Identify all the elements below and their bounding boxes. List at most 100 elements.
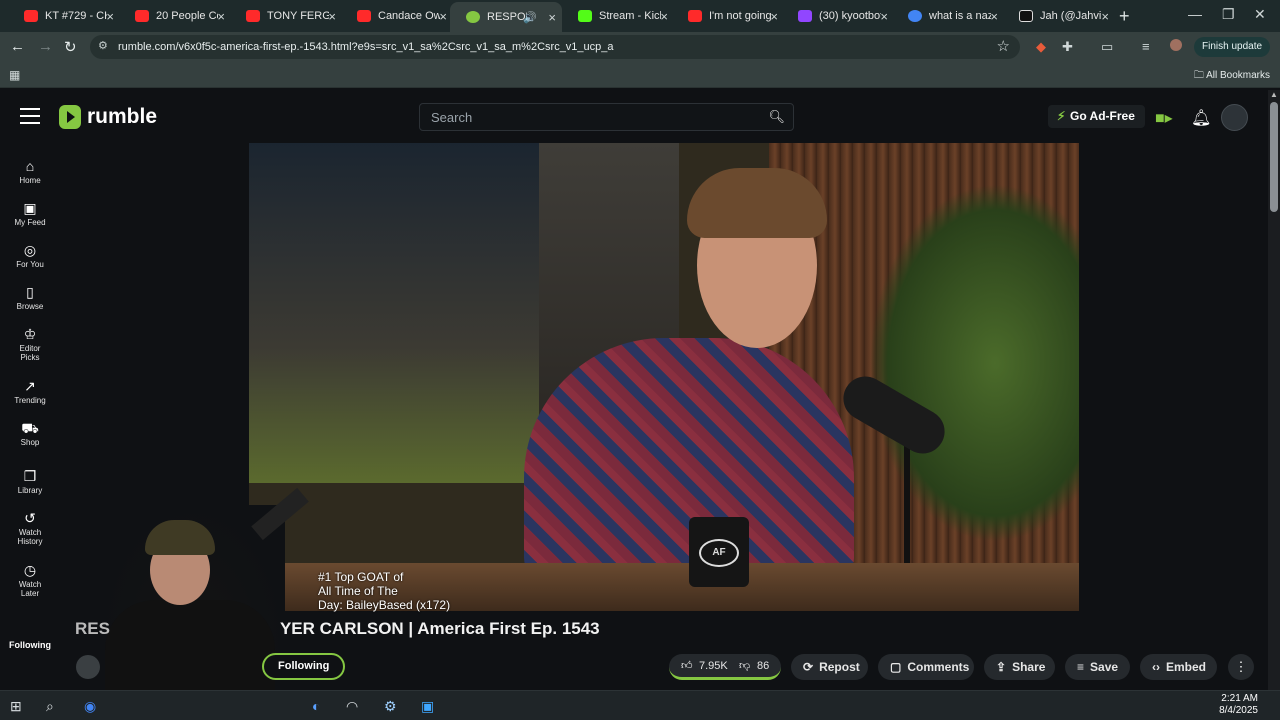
start-menu-icon[interactable]: ⊞ bbox=[10, 698, 22, 715]
search-taskbar-icon[interactable]: ⌕ bbox=[46, 698, 54, 715]
save-button[interactable]: ≡ Save bbox=[1065, 654, 1130, 680]
profile-avatar-icon[interactable] bbox=[1170, 39, 1182, 51]
folder-icon: 🗀 bbox=[1193, 70, 1204, 81]
video-player[interactable]: AF bbox=[249, 143, 1079, 611]
sidebar-item-home[interactable]: ⌂ Home bbox=[0, 158, 60, 185]
webcam-person-cap bbox=[145, 520, 215, 555]
comment-icon: ▢ bbox=[890, 660, 902, 674]
apps-grid-icon[interactable]: ▦ bbox=[9, 68, 20, 82]
feed-icon: ▣ bbox=[23, 200, 37, 216]
page-scrollbar[interactable]: ▲ bbox=[1268, 90, 1280, 690]
minimize-icon[interactable]: — bbox=[1188, 6, 1202, 22]
repost-button[interactable]: ⟳ Repost bbox=[791, 654, 868, 680]
browser-tab-3[interactable]: TONY FERGU × bbox=[230, 4, 342, 28]
browse-icon: ▯ bbox=[26, 284, 34, 300]
browser-tab-9[interactable]: what is a nazi × bbox=[892, 4, 1004, 28]
extension-icon[interactable]: ◆ bbox=[1036, 39, 1046, 55]
hamburger-menu-icon[interactable] bbox=[20, 108, 40, 129]
app2-taskbar-icon[interactable]: ▣ bbox=[421, 698, 434, 715]
search-icon[interactable]: 🔍︎ bbox=[768, 109, 785, 125]
sidebar-item-editor-picks[interactable]: ♔ Editor Picks bbox=[0, 326, 60, 362]
steam-taskbar-icon[interactable]: ⚙ bbox=[384, 698, 397, 715]
more-options-icon[interactable]: ⋮ bbox=[1228, 654, 1254, 680]
scrollbar-thumb[interactable] bbox=[1270, 102, 1278, 212]
reload-icon[interactable]: ↻ bbox=[64, 38, 77, 56]
new-tab-icon[interactable]: + bbox=[1119, 6, 1130, 27]
library-icon: ❐ bbox=[23, 468, 37, 484]
upload-video-icon[interactable]: ■▸ bbox=[1155, 108, 1173, 128]
stream-overlay-text: #1 Top GOAT of All Time of The Day: Bail… bbox=[318, 570, 451, 612]
youtube-icon bbox=[24, 10, 38, 22]
close-tab-icon[interactable]: × bbox=[770, 9, 778, 24]
sidebar-item-watch-history[interactable]: ↺ Watch History bbox=[0, 510, 60, 546]
browser-tab-4[interactable]: Candace Owe × bbox=[341, 4, 453, 28]
system-clock[interactable]: 2:21 AM 8/4/2025 bbox=[1219, 693, 1258, 717]
sidebar-item-shop[interactable]: ⛟ Shop bbox=[0, 420, 60, 447]
notifications-bell-icon[interactable]: 🔔︎ bbox=[1191, 108, 1211, 128]
comments-button[interactable]: ▢ Comments bbox=[878, 654, 974, 680]
thumbs-up-icon[interactable]: 👍︎ bbox=[681, 659, 693, 672]
finish-update-button[interactable]: Finish update bbox=[1194, 37, 1271, 57]
back-icon[interactable]: ← bbox=[10, 38, 25, 55]
all-bookmarks-link[interactable]: 🗀 All Bookmarks bbox=[1194, 68, 1270, 85]
chrome-taskbar-icon[interactable]: ◉ bbox=[84, 698, 96, 715]
extensions-puzzle-icon[interactable]: ✚ bbox=[1062, 39, 1073, 55]
browser-tab-7[interactable]: I'm not going × bbox=[672, 4, 784, 28]
share-button[interactable]: ⇪ Share bbox=[984, 654, 1055, 680]
twitch-icon bbox=[798, 10, 812, 22]
browser-tab-10[interactable]: Jah (@Jahvilli × bbox=[1003, 4, 1115, 28]
browser-tab-2[interactable]: 20 People Co × bbox=[119, 4, 231, 28]
browser-tab-6[interactable]: Stream - Kick × bbox=[562, 4, 674, 28]
code-icon: ‹› bbox=[1152, 660, 1160, 674]
close-tab-icon[interactable]: × bbox=[548, 10, 556, 25]
following-button[interactable]: Following bbox=[262, 653, 346, 680]
go-ad-free-button[interactable]: ⚡︎ Go Ad-Free bbox=[1048, 105, 1145, 128]
close-tab-icon[interactable]: × bbox=[217, 9, 225, 24]
close-tab-icon[interactable]: × bbox=[990, 9, 998, 24]
close-tab-icon[interactable]: × bbox=[880, 9, 888, 24]
sidebar-item-browse[interactable]: ▯ Browse bbox=[0, 284, 60, 311]
browser-tab-5-active[interactable]: RESPOND 🔊 × bbox=[450, 2, 562, 32]
sidebar-item-watch-later[interactable]: ◷ Watch Later bbox=[0, 562, 60, 598]
thumbs-down-icon[interactable]: 👎︎ bbox=[739, 659, 750, 672]
close-tab-icon[interactable]: × bbox=[106, 9, 114, 24]
streamer-webcam-overlay bbox=[100, 487, 309, 695]
media-controls-icon[interactable]: ≡ bbox=[1142, 39, 1150, 54]
restore-icon[interactable]: ❐ bbox=[1222, 6, 1235, 23]
close-tab-icon[interactable]: × bbox=[439, 9, 447, 24]
browser-tab-8[interactable]: (30) kyootbot × bbox=[782, 4, 894, 28]
cast-icon[interactable]: ▭ bbox=[1101, 39, 1113, 55]
sidebar-item-my-feed[interactable]: ▣ My Feed bbox=[0, 200, 60, 227]
audio-playing-icon[interactable]: 🔊 bbox=[523, 11, 537, 24]
omnibox[interactable]: ⚙ rumble.com/v6x0f5c-america-first-ep.-1… bbox=[90, 35, 1020, 59]
sidebar-item-for-you[interactable]: ◎ For You bbox=[0, 242, 60, 269]
vote-buttons: 👍︎ 7.95K 👎︎ 86 bbox=[669, 654, 781, 680]
bookmark-star-icon[interactable]: ☆ bbox=[997, 37, 1010, 55]
embed-button[interactable]: ‹› Embed bbox=[1140, 654, 1217, 680]
browser-tab-1[interactable]: KT #729 - CH × bbox=[8, 4, 120, 28]
close-tab-icon[interactable]: × bbox=[660, 9, 668, 24]
sidebar-item-library[interactable]: ❐ Library bbox=[0, 468, 60, 495]
for-you-icon: ◎ bbox=[23, 242, 37, 258]
forward-icon[interactable]: → bbox=[38, 38, 53, 55]
address-toolbar: ← → ↻ ⚙ rumble.com/v6x0f5c-america-first… bbox=[0, 32, 1280, 62]
scroll-up-arrow-icon[interactable]: ▲ bbox=[1270, 90, 1278, 99]
video-city-background bbox=[249, 143, 539, 483]
speedometer-taskbar-icon[interactable]: ◠ bbox=[346, 698, 358, 715]
rumble-logo[interactable]: rumble bbox=[59, 105, 157, 129]
youtube-icon bbox=[135, 10, 149, 22]
user-avatar[interactable] bbox=[1221, 104, 1248, 131]
close-tab-icon[interactable]: × bbox=[328, 9, 336, 24]
left-sidebar: ⌂ Home ▣ My Feed ◎ For You ▯ Browse ♔ Ed… bbox=[0, 144, 60, 690]
app-taskbar-icon[interactable]: ◐ bbox=[312, 698, 320, 714]
bookmarks-bar: ▦ 🗀 All Bookmarks bbox=[0, 62, 1280, 88]
site-info-icon[interactable]: ⚙ bbox=[98, 39, 108, 52]
close-window-icon[interactable]: ✕ bbox=[1254, 6, 1266, 23]
search-input[interactable] bbox=[420, 104, 760, 130]
video-mug: AF bbox=[689, 517, 749, 587]
kick-icon bbox=[578, 10, 592, 22]
sidebar-item-trending[interactable]: ↗ Trending bbox=[0, 378, 60, 405]
close-tab-icon[interactable]: × bbox=[1101, 9, 1109, 24]
webcam-person-shirt bbox=[105, 600, 275, 695]
channel-avatar[interactable] bbox=[76, 655, 100, 679]
